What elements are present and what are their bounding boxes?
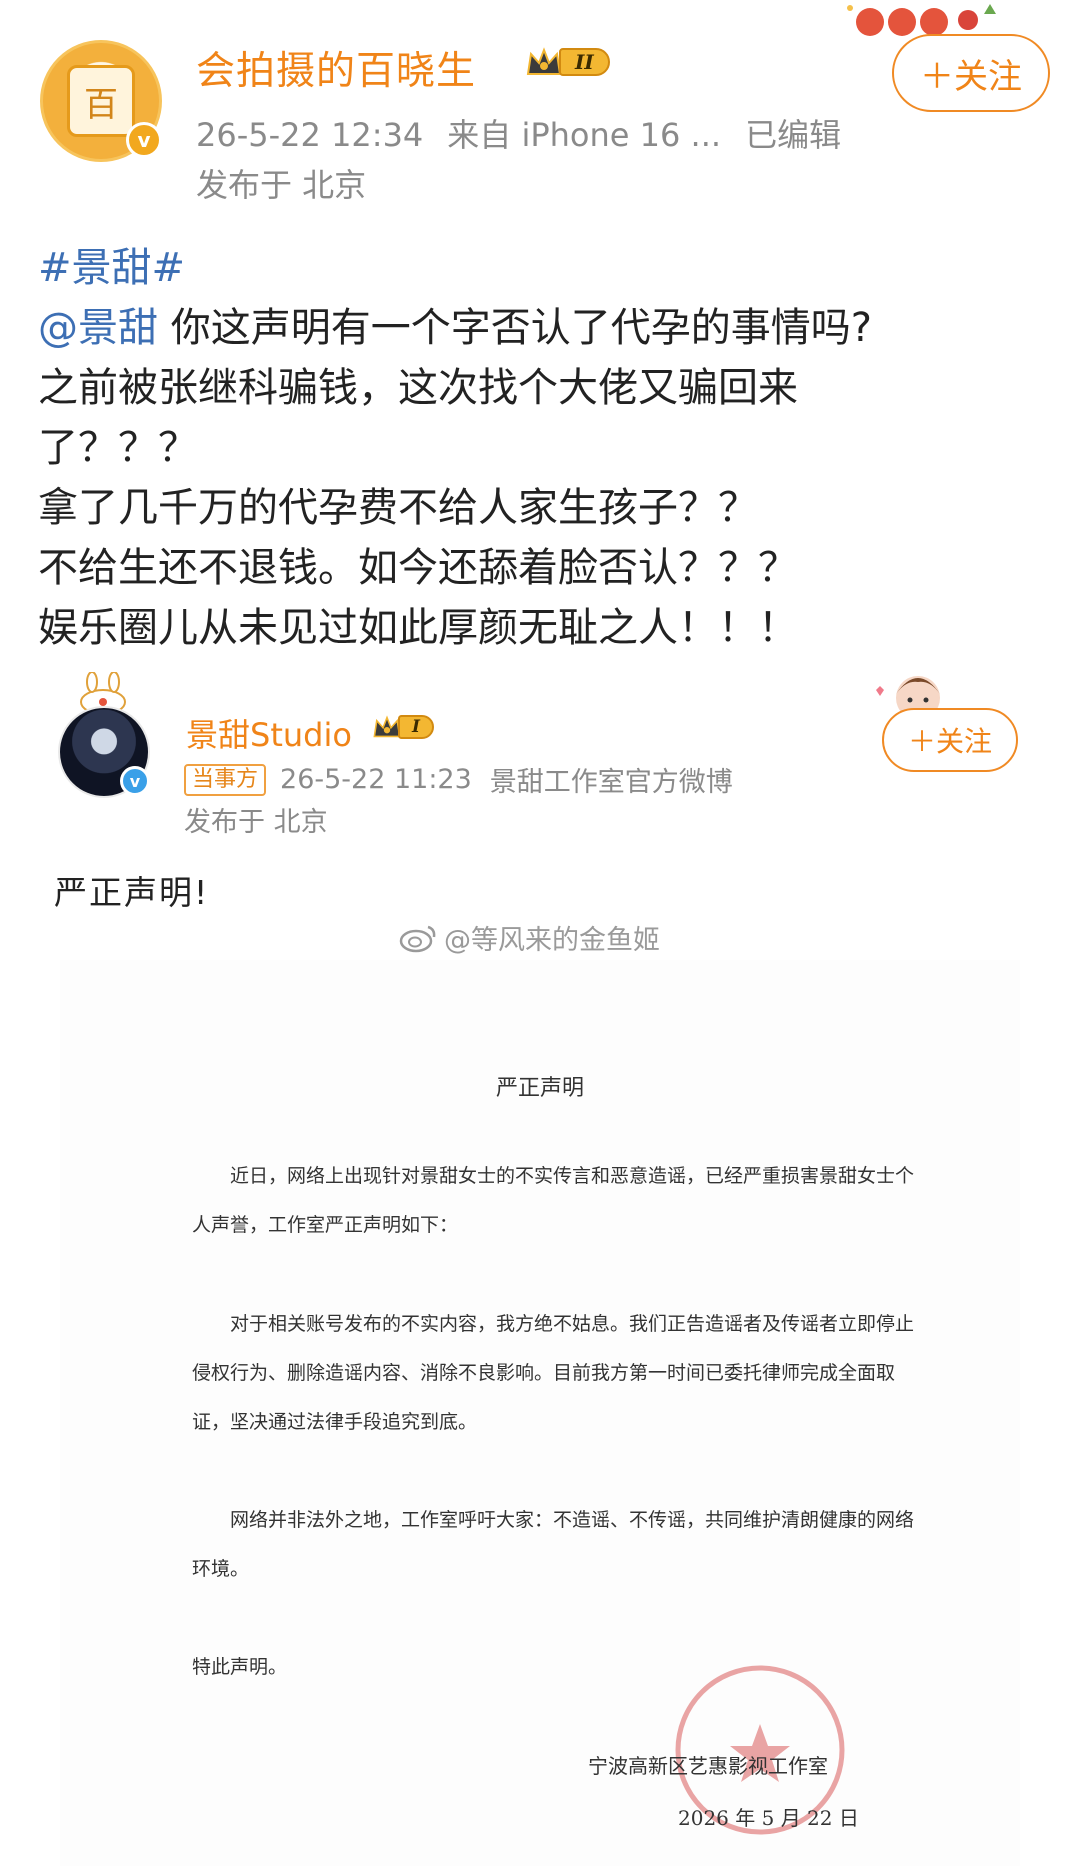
- edited-label[interactable]: 已编辑: [745, 116, 841, 154]
- document-paragraph: 近日，网络上出现针对景甜女士的不实传言和恶意造谣，已经严重损害景甜女士个人声誉，…: [192, 1165, 915, 1236]
- document-paragraph: 网络并非法外之地，工作室呼吁大家：不造谣、不传谣，共同维护清朗健康的网络环境。: [192, 1509, 915, 1580]
- avatar-logo: 百: [67, 65, 135, 137]
- statement-document-image[interactable]: 严正声明 近日，网络上出现针对景甜女士的不实传言和恶意造谣，已经严重损害景甜女士…: [60, 960, 1020, 1866]
- post-text: #景甜# @景甜 你这声明有一个字否认了代孕的事情吗? 之前被张继科骗钱，这次找…: [38, 238, 1058, 658]
- verified-badge-icon: v: [126, 122, 162, 158]
- mention-link[interactable]: @景甜: [38, 305, 158, 351]
- post-line: 你这声明有一个字否认了代孕的事情吗?: [158, 305, 872, 351]
- post-line: 拿了几千万的代孕费不给人家生孩子？？: [38, 485, 758, 531]
- post-time: 26-5-22 12:34: [196, 116, 424, 154]
- follow-studio-button[interactable]: ＋关注: [882, 708, 1018, 772]
- member-level: I: [398, 715, 434, 739]
- post-line: 了？？？: [38, 425, 198, 471]
- member-level-badge[interactable]: II: [525, 46, 610, 78]
- studio-post-time: 26-5-22 11:23: [280, 764, 472, 795]
- member-level-badge[interactable]: I: [372, 714, 434, 740]
- studio-post-meta: 当事方 26-5-22 11:23 景甜工作室官方微博: [184, 760, 733, 799]
- post-location: 发布于 北京: [196, 166, 367, 204]
- follow-button[interactable]: ＋关注: [892, 34, 1050, 112]
- author-name[interactable]: 会拍摄的百晓生: [196, 40, 476, 96]
- crown-icon: [526, 47, 562, 75]
- document-date: 2026 年 5 月 22 日: [678, 1806, 859, 1830]
- studio-post-text: 严正声明!: [54, 873, 210, 912]
- weibo-logo-icon: [399, 925, 436, 952]
- studio-post-source: 景甜工作室官方微博: [489, 767, 733, 798]
- verified-badge-icon: v: [120, 766, 150, 796]
- document-paragraph: 对于相关账号发布的不实内容，我方绝不姑息。我们正告造谣者及传谣者立即停止侵权行为…: [192, 1313, 915, 1433]
- post-meta: 26-5-22 12:34 来自 iPhone 16 ... 已编辑: [196, 110, 841, 156]
- weibo-watermark: @等风来的金鱼姬: [398, 918, 660, 957]
- post-line: 娱乐圈儿从未见过如此厚颜无耻之人！！！: [38, 605, 798, 651]
- post-source[interactable]: 来自 iPhone 16 ...: [447, 116, 721, 154]
- involved-party-tag: 当事方: [184, 763, 267, 796]
- document-title: 严正声明: [495, 1076, 584, 1101]
- studio-post-location: 发布于 北京: [184, 807, 328, 838]
- studio-name[interactable]: 景甜Studio: [186, 710, 352, 756]
- post-line: 之前被张继科骗钱，这次找个大佬又骗回来: [38, 365, 798, 411]
- document-signature: 宁波高新区艺惠影视工作室: [588, 1754, 828, 1778]
- watermark-text: @等风来的金鱼姬: [444, 925, 660, 956]
- hashtag-link[interactable]: #景甜#: [38, 245, 185, 291]
- member-level: II: [559, 48, 610, 76]
- post-line: 不给生还不退钱。如今还舔着脸否认？？？: [38, 545, 798, 591]
